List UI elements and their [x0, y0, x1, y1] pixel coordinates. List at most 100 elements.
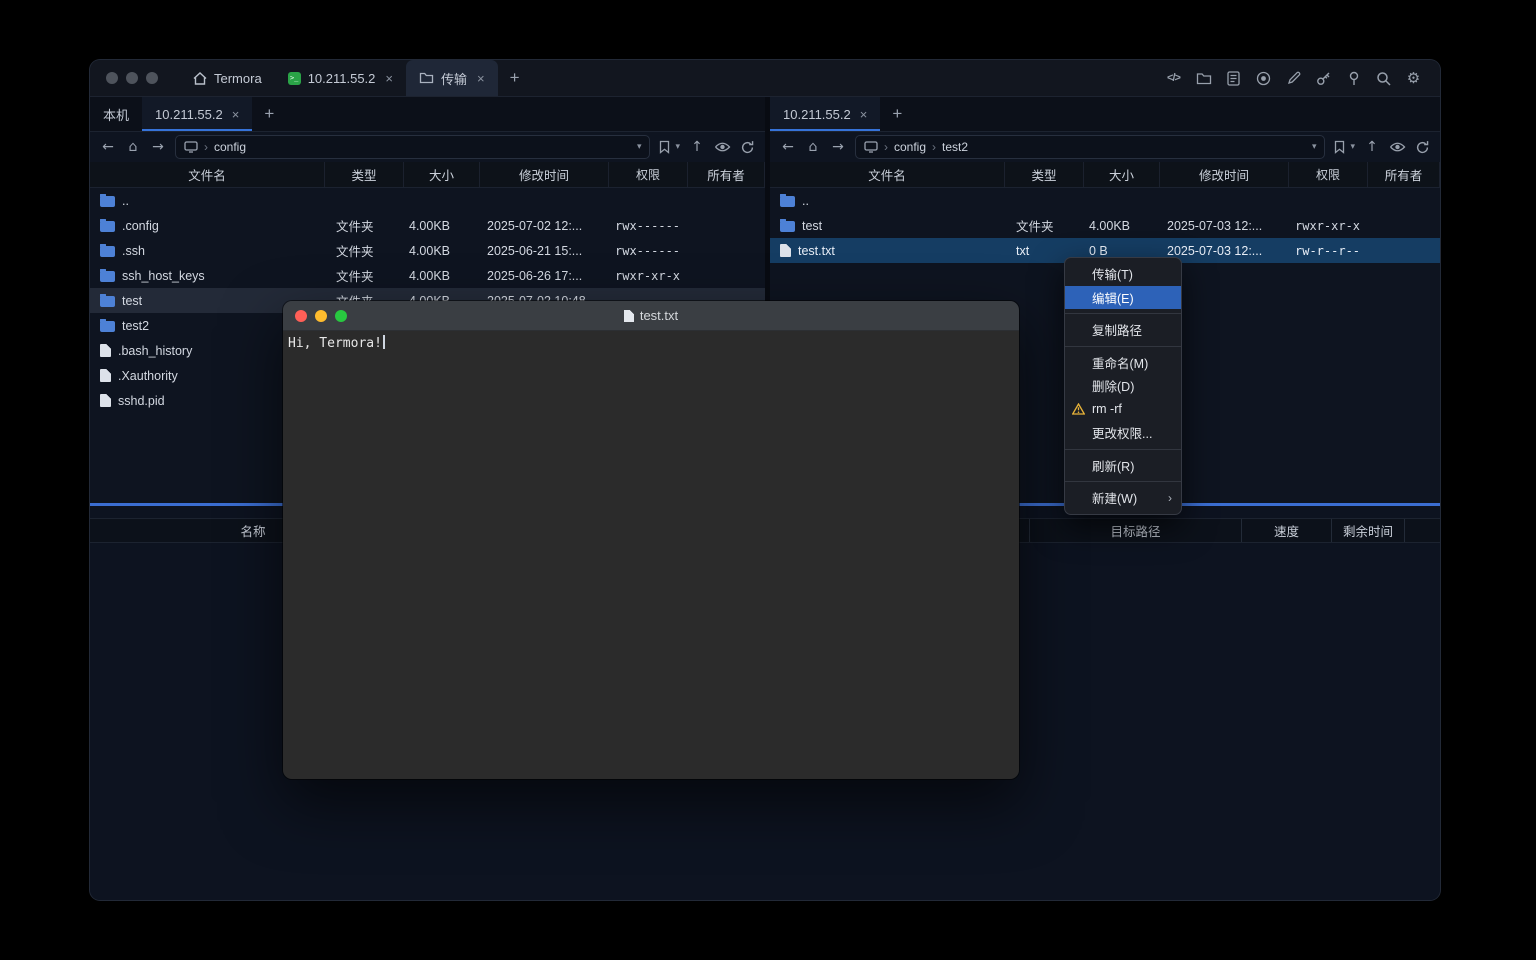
back-icon[interactable]: ← — [780, 140, 796, 154]
close-icon[interactable]: × — [860, 107, 868, 122]
close-icon[interactable]: × — [232, 107, 240, 122]
home-icon[interactable]: ⌂ — [125, 140, 141, 154]
record-icon[interactable] — [1255, 70, 1272, 87]
menu-item-change-permissions[interactable]: 更改权限... — [1065, 421, 1181, 445]
close-icon[interactable]: × — [477, 71, 485, 86]
column-header-permissions[interactable]: 权限 — [609, 162, 688, 187]
forward-icon[interactable]: → — [150, 140, 166, 154]
path-breadcrumb[interactable]: › config ▾ — [175, 135, 650, 159]
file-type: 文件夹 — [325, 216, 404, 235]
close-icon[interactable]: × — [385, 71, 393, 86]
zoom-button[interactable] — [146, 72, 158, 84]
column-header-modified[interactable]: 修改时间 — [1160, 162, 1289, 187]
menu-item-transfer[interactable]: 传输(T) — [1065, 262, 1181, 286]
file-icon — [100, 369, 111, 382]
left-pane-toolbar: ← ⌂ → › config ▾ ▾ ↑ — [90, 132, 765, 162]
refresh-icon[interactable] — [740, 140, 755, 155]
chevron-right-icon: › — [884, 140, 888, 154]
search-icon[interactable] — [1375, 70, 1392, 87]
upload-icon[interactable]: ↑ — [1364, 140, 1380, 154]
file-type: 文件夹 — [325, 241, 404, 260]
menu-item-edit[interactable]: 编辑(E) — [1065, 286, 1181, 310]
file-row[interactable]: .. — [90, 188, 765, 213]
menu-item-rm-rf[interactable]: rm -rf — [1065, 398, 1181, 422]
chevron-down-icon[interactable]: ▾ — [1312, 142, 1317, 152]
folder-icon — [419, 72, 434, 84]
tab-termora-home[interactable]: Termora — [180, 60, 275, 96]
tab-label: 10.211.55.2 — [155, 107, 223, 122]
pane-tab-host[interactable]: 10.211.55.2 × — [770, 97, 880, 131]
show-hidden-icon[interactable] — [714, 140, 731, 154]
file-modified: 2025-07-03 12:... — [1160, 244, 1289, 258]
tab-label: 10.211.55.2 — [783, 107, 851, 122]
file-row[interactable]: .config 文件夹 4.00KB 2025-07-02 12:... rwx… — [90, 213, 765, 238]
menu-item-refresh[interactable]: 刷新(R) — [1065, 454, 1181, 478]
zoom-button[interactable] — [335, 310, 347, 322]
breadcrumb-segment[interactable]: config — [894, 140, 926, 154]
transfer-column-eta[interactable]: 剩余时间 — [1332, 519, 1405, 542]
breadcrumb-segment[interactable]: test2 — [942, 140, 968, 154]
breadcrumb-segment[interactable]: config — [214, 140, 246, 154]
table-header: 文件名 类型 大小 修改时间 权限 所有者 — [770, 162, 1440, 188]
menu-item-rename[interactable]: 重命名(M) — [1065, 351, 1181, 375]
edit-icon[interactable] — [1285, 70, 1302, 87]
column-header-owner[interactable]: 所有者 — [688, 162, 765, 187]
bookmark-dropdown-icon[interactable]: ▾ — [675, 142, 680, 152]
key-icon[interactable] — [1315, 70, 1332, 87]
editor-content[interactable]: Hi, Termora! — [283, 331, 1019, 779]
tab-transfer[interactable]: 传输 × — [406, 60, 498, 96]
pane-tab-local[interactable]: 本机 — [90, 97, 142, 131]
new-pane-tab-button[interactable]: + — [880, 97, 914, 131]
file-row[interactable]: .ssh 文件夹 4.00KB 2025-06-21 15:... rwx---… — [90, 238, 765, 263]
editor-titlebar[interactable]: test.txt — [283, 301, 1019, 331]
column-header-type[interactable]: 类型 — [1005, 162, 1084, 187]
file-row[interactable]: ssh_host_keys 文件夹 4.00KB 2025-06-26 17:.… — [90, 263, 765, 288]
back-icon[interactable]: ← — [100, 140, 116, 154]
keyhole-icon[interactable] — [1345, 70, 1362, 87]
transfer-column-speed[interactable]: 速度 — [1242, 519, 1332, 542]
tab-host-session[interactable]: >_ 10.211.55.2 × — [275, 60, 406, 96]
bookmark-dropdown-icon[interactable]: ▾ — [1350, 142, 1355, 152]
forward-icon[interactable]: → — [830, 140, 846, 154]
log-icon[interactable] — [1225, 70, 1242, 87]
folder-icon[interactable] — [1195, 70, 1212, 87]
pane-tab-host[interactable]: 10.211.55.2 × — [142, 97, 252, 131]
upload-icon[interactable]: ↑ — [689, 140, 705, 154]
file-row[interactable]: test 文件夹 4.00KB 2025-07-03 12:... rwxr-x… — [770, 213, 1440, 238]
settings-icon[interactable]: ⚙ — [1405, 70, 1422, 87]
minimize-button[interactable] — [315, 310, 327, 322]
new-tab-button[interactable]: + — [498, 60, 532, 96]
submenu-arrow-icon: › — [1168, 491, 1172, 505]
column-header-name[interactable]: 文件名 — [90, 162, 325, 187]
close-button[interactable] — [295, 310, 307, 322]
chevron-down-icon[interactable]: ▾ — [637, 142, 642, 152]
menu-item-copy-path[interactable]: 复制路径 — [1065, 318, 1181, 342]
column-header-type[interactable]: 类型 — [325, 162, 404, 187]
menu-item-new[interactable]: 新建(W) › — [1065, 486, 1181, 510]
text-cursor — [383, 335, 385, 349]
refresh-icon[interactable] — [1415, 140, 1430, 155]
column-header-name[interactable]: 文件名 — [770, 162, 1005, 187]
bookmark-icon[interactable] — [659, 140, 670, 154]
new-pane-tab-button[interactable]: + — [252, 97, 286, 131]
file-type: txt — [1005, 244, 1084, 258]
file-row[interactable]: .. — [770, 188, 1440, 213]
right-pane-toolbar: ← ⌂ → › config › test2 ▾ ▾ ↑ — [770, 132, 1440, 162]
bookmark-icon[interactable] — [1334, 140, 1345, 154]
column-header-permissions[interactable]: 权限 — [1289, 162, 1368, 187]
close-button[interactable] — [106, 72, 118, 84]
minimize-button[interactable] — [126, 72, 138, 84]
code-icon[interactable]: </> — [1165, 70, 1182, 87]
window-titlebar[interactable]: Termora >_ 10.211.55.2 × 传输 × + </> — [90, 60, 1440, 97]
menu-item-delete[interactable]: 删除(D) — [1065, 374, 1181, 398]
transfer-column-destination[interactable]: 目标路径 — [1030, 519, 1242, 542]
column-header-modified[interactable]: 修改时间 — [480, 162, 609, 187]
file-name: test.txt — [798, 244, 835, 258]
show-hidden-icon[interactable] — [1389, 140, 1406, 154]
column-header-size[interactable]: 大小 — [1084, 162, 1160, 187]
home-icon[interactable]: ⌂ — [805, 140, 821, 154]
column-header-size[interactable]: 大小 — [404, 162, 480, 187]
column-header-owner[interactable]: 所有者 — [1368, 162, 1440, 187]
file-name: .bash_history — [118, 344, 192, 358]
path-breadcrumb[interactable]: › config › test2 ▾ — [855, 135, 1325, 159]
